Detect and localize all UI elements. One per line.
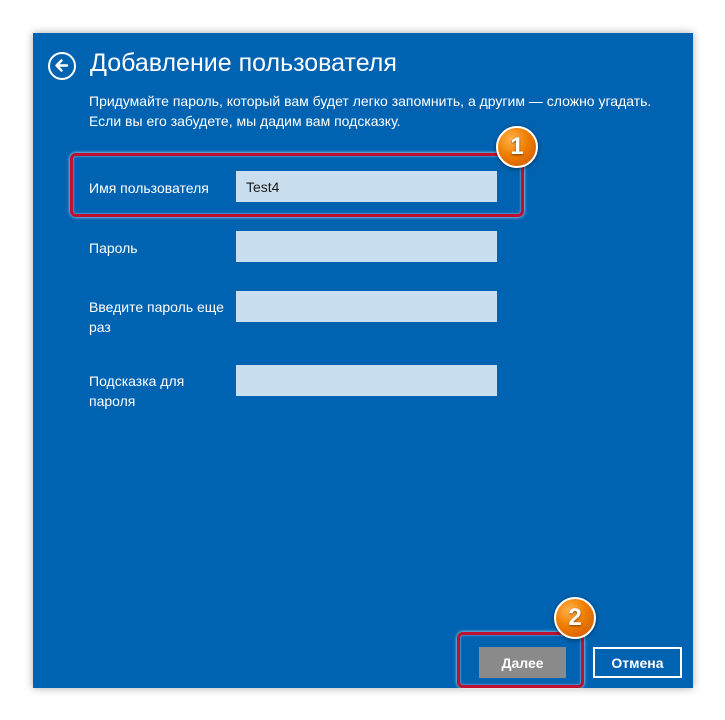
cancel-button[interactable]: Отмена xyxy=(593,647,682,678)
arrow-left-icon xyxy=(55,59,69,72)
username-input[interactable] xyxy=(236,171,497,202)
password-input[interactable] xyxy=(236,231,497,262)
password-label: Пароль xyxy=(89,240,138,256)
username-label: Имя пользователя xyxy=(89,180,209,196)
password-hint-input[interactable] xyxy=(236,365,497,396)
add-user-dialog: Добавление пользователя Придумайте парол… xyxy=(33,33,693,688)
step-marker-2: 2 xyxy=(554,597,596,639)
next-button[interactable]: Далее xyxy=(479,647,566,678)
password-confirm-input[interactable] xyxy=(236,291,497,322)
instructions-text: Придумайте пароль, который вам будет лег… xyxy=(89,93,652,129)
back-button[interactable] xyxy=(48,52,76,80)
password-hint-label: Подсказка для пароля xyxy=(89,373,185,409)
step-marker-1: 1 xyxy=(496,126,538,168)
password-confirm-label: Введите пароль еще раз xyxy=(89,299,224,335)
page-title: Добавление пользователя xyxy=(90,49,397,77)
